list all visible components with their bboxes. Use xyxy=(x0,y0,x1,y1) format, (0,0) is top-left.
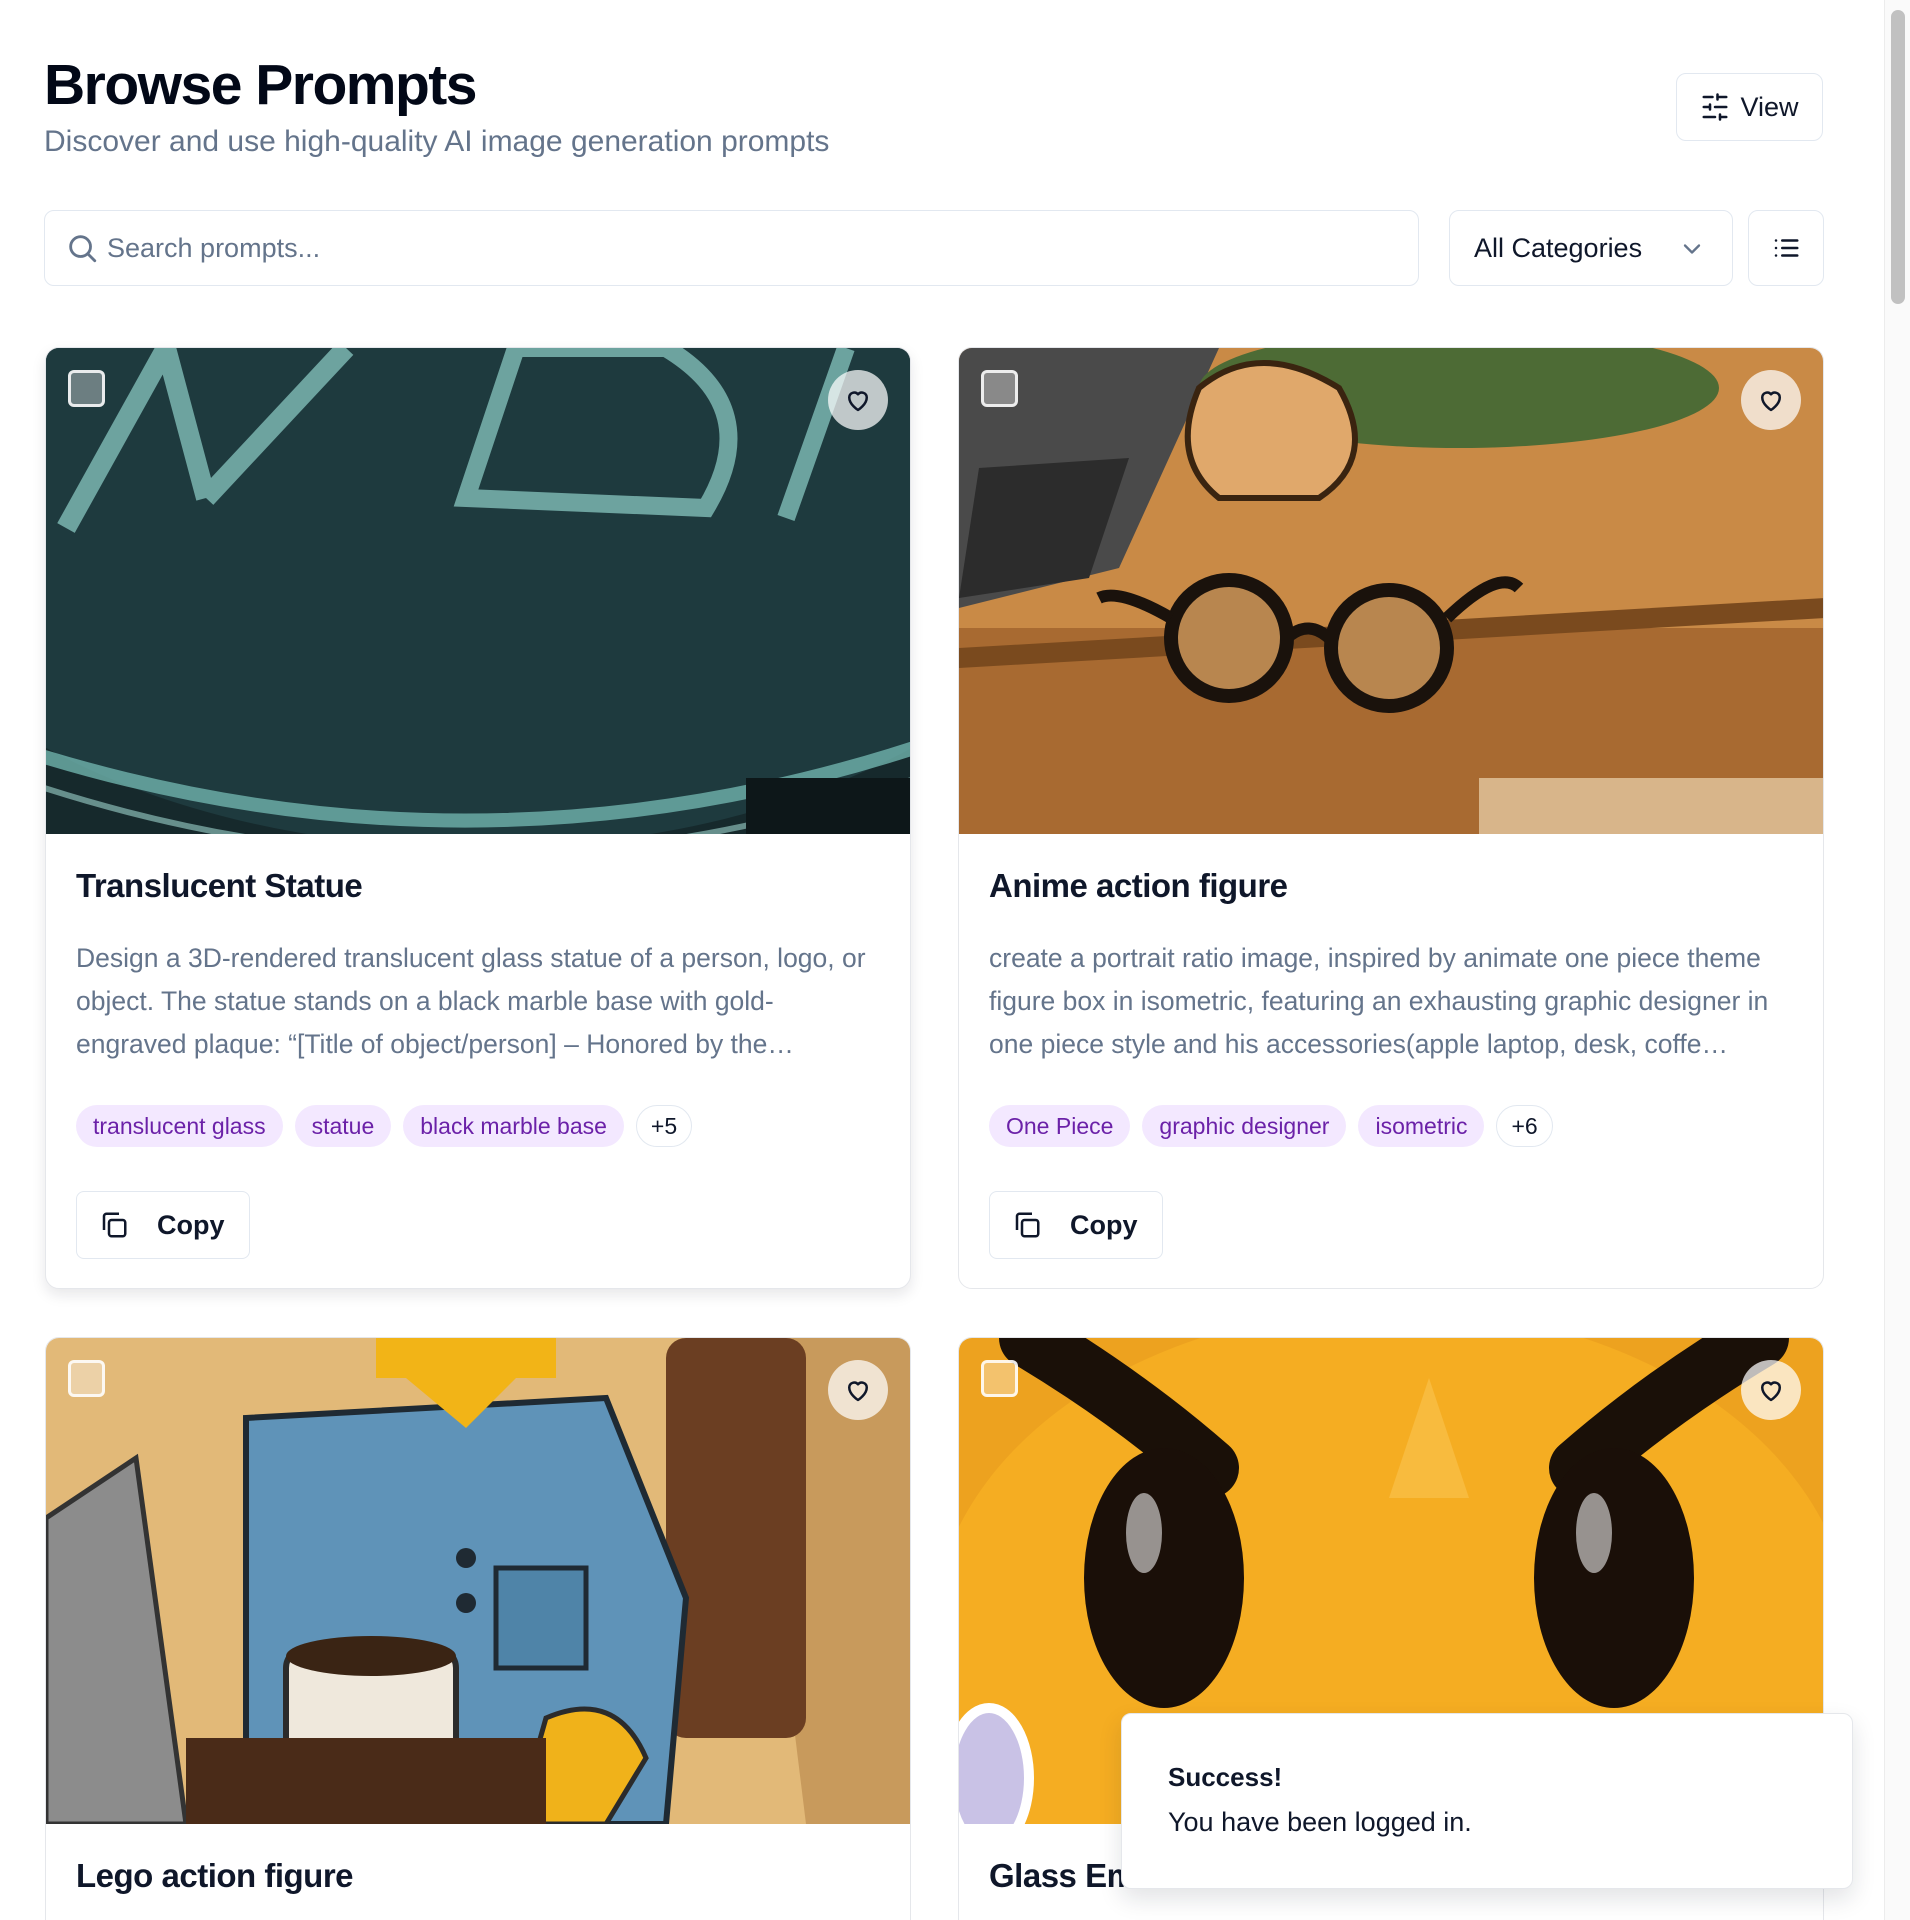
copy-icon xyxy=(1015,1212,1040,1238)
copy-button[interactable]: Copy xyxy=(989,1191,1163,1259)
copy-button[interactable]: Copy xyxy=(76,1191,250,1259)
card-title: Translucent Statue xyxy=(76,867,363,904)
prompt-image[interactable] xyxy=(46,1338,910,1824)
select-checkbox[interactable] xyxy=(68,370,105,407)
browse-prompts-page: Browse Prompts Discover and use high-qua… xyxy=(0,0,1910,1920)
heart-icon xyxy=(1761,391,1781,412)
favorite-button[interactable] xyxy=(1741,1360,1801,1420)
heart-icon xyxy=(848,1381,868,1402)
prompt-card[interactable]: Anime action figure create a portrait ra… xyxy=(958,347,1824,1289)
tag[interactable]: translucent glass xyxy=(76,1105,283,1147)
card-description: create a portrait ratio image, inspired … xyxy=(989,943,1769,1059)
select-checkbox[interactable] xyxy=(68,1360,105,1397)
prompt-image[interactable] xyxy=(46,348,910,834)
prompt-card[interactable]: Lego action figure xyxy=(45,1337,911,1920)
page-subtitle: Discover and use high-quality AI image g… xyxy=(44,125,830,158)
search-icon xyxy=(69,235,97,263)
scrollbar-thumb[interactable] xyxy=(1891,10,1905,304)
lego-figure-image xyxy=(46,1338,910,1824)
tag[interactable]: graphic designer xyxy=(1142,1105,1347,1147)
search-input[interactable] xyxy=(107,211,1397,285)
list-view-toggle[interactable] xyxy=(1748,210,1824,286)
card-title: Lego action figure xyxy=(76,1857,354,1894)
success-toast[interactable]: Success! You have been logged in. xyxy=(1121,1713,1853,1889)
card-title: Glass Em xyxy=(989,1857,1136,1894)
category-select-value: All Categories xyxy=(1474,232,1643,263)
card-title: Anime action figure xyxy=(989,867,1288,904)
category-select[interactable]: All Categories xyxy=(1449,210,1733,286)
glass-statue-image xyxy=(46,348,910,834)
tag[interactable]: black marble base xyxy=(403,1105,624,1147)
tag-list: One Piece graphic designer isometric +6 xyxy=(989,1105,1553,1147)
tag-list: translucent glass statue black marble ba… xyxy=(76,1105,693,1147)
chevron-down-icon xyxy=(1683,244,1701,254)
sliders-icon xyxy=(1702,93,1728,121)
list-icon xyxy=(1774,239,1799,257)
prompt-image[interactable] xyxy=(959,348,1823,834)
search-box xyxy=(44,210,1419,286)
view-button-label: View xyxy=(1740,91,1799,122)
tag[interactable]: isometric xyxy=(1358,1105,1485,1147)
heart-icon xyxy=(1761,1381,1781,1402)
select-checkbox[interactable] xyxy=(981,1360,1018,1397)
more-tags-badge[interactable]: +6 xyxy=(1496,1105,1553,1147)
page-title: Browse Prompts xyxy=(44,53,477,117)
copy-button-label: Copy xyxy=(157,1209,225,1240)
favorite-button[interactable] xyxy=(828,1360,888,1420)
favorite-button[interactable] xyxy=(1741,370,1801,430)
select-checkbox[interactable] xyxy=(981,370,1018,407)
favorite-button[interactable] xyxy=(828,370,888,430)
view-options-button[interactable]: View xyxy=(1676,73,1823,141)
card-description: Design a 3D-rendered translucent glass s… xyxy=(76,943,866,1059)
copy-button-label: Copy xyxy=(1070,1209,1138,1240)
tag[interactable]: statue xyxy=(294,1105,392,1147)
anime-figure-image xyxy=(959,348,1823,834)
prompt-card[interactable]: Translucent Statue Design a 3D-rendered … xyxy=(45,347,911,1289)
heart-icon xyxy=(848,391,868,412)
toast-message: You have been logged in. xyxy=(1168,1807,1472,1837)
copy-icon xyxy=(102,1212,127,1238)
tag[interactable]: One Piece xyxy=(989,1105,1131,1147)
more-tags-badge[interactable]: +5 xyxy=(635,1105,693,1147)
toast-title: Success! xyxy=(1168,1762,1283,1792)
